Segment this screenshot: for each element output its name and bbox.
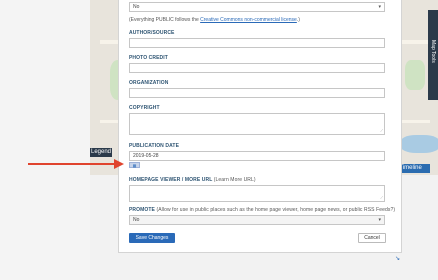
license-note-suffix: .) <box>296 17 300 23</box>
chevron-down-icon: ▾ <box>378 217 381 223</box>
promote-label: PROMOTE (Allow for use in public places … <box>129 207 395 213</box>
public-select[interactable]: No ▾ <box>129 2 385 12</box>
license-note-prefix: (Everything PUBLIC follows the <box>129 17 201 23</box>
copyright-textarea[interactable]: ⟋ <box>129 113 385 135</box>
map-tools-label: Map Tools <box>430 40 436 63</box>
save-changes-button[interactable]: Save Changes <box>129 233 175 243</box>
organization-input[interactable] <box>129 88 385 98</box>
license-note: (Everything PUBLIC follows the Creative … <box>129 17 300 23</box>
homepage-viewer-sublabel: (Learn More URL) <box>213 177 256 183</box>
homepage-viewer-label: HOMEPAGE VIEWER / MORE URL (Learn More U… <box>129 177 256 183</box>
map-park <box>405 60 425 90</box>
organization-label: ORGANIZATION <box>129 80 169 86</box>
publication-date-label: PUBLICATION DATE <box>129 143 180 149</box>
public-select-value: No <box>133 4 140 10</box>
resize-handle-icon[interactable]: ⟋ <box>380 195 383 200</box>
photo-credit-input[interactable] <box>129 63 385 73</box>
left-panel <box>0 0 90 280</box>
homepage-viewer-label-text: HOMEPAGE VIEWER / MORE URL <box>129 177 213 183</box>
cancel-button[interactable]: Cancel <box>358 233 386 243</box>
homepage-viewer-textarea[interactable]: ⟋ <box>129 185 385 202</box>
author-input[interactable] <box>129 38 385 48</box>
promote-select-value: No <box>133 217 140 223</box>
calendar-button[interactable]: ▦ <box>129 162 140 168</box>
promote-select[interactable]: No ▾ <box>129 215 385 225</box>
photo-credit-label: PHOTO CREDIT <box>129 55 168 61</box>
publication-date-input[interactable]: 2019-05-28 <box>129 151 385 161</box>
promote-label-text: PROMOTE <box>129 207 155 213</box>
author-label: AUTHOR/SOURCE <box>129 30 175 36</box>
chevron-down-icon: ▾ <box>378 4 381 10</box>
modal-resize-icon[interactable]: ↘ <box>395 255 400 262</box>
resize-handle-icon[interactable]: ⟋ <box>380 128 383 133</box>
promote-sublabel: (Allow for use in public places such as … <box>156 207 396 213</box>
annotation-arrow-icon <box>28 159 124 169</box>
map-water <box>400 135 438 153</box>
edit-properties-modal: No ▾ (Everything PUBLIC follows the Crea… <box>118 0 402 262</box>
copyright-label: COPYRIGHT <box>129 105 160 111</box>
license-link[interactable]: Creative Commons non-commercial license <box>200 17 297 23</box>
map-tools-tab[interactable]: Map Tools <box>428 10 438 100</box>
